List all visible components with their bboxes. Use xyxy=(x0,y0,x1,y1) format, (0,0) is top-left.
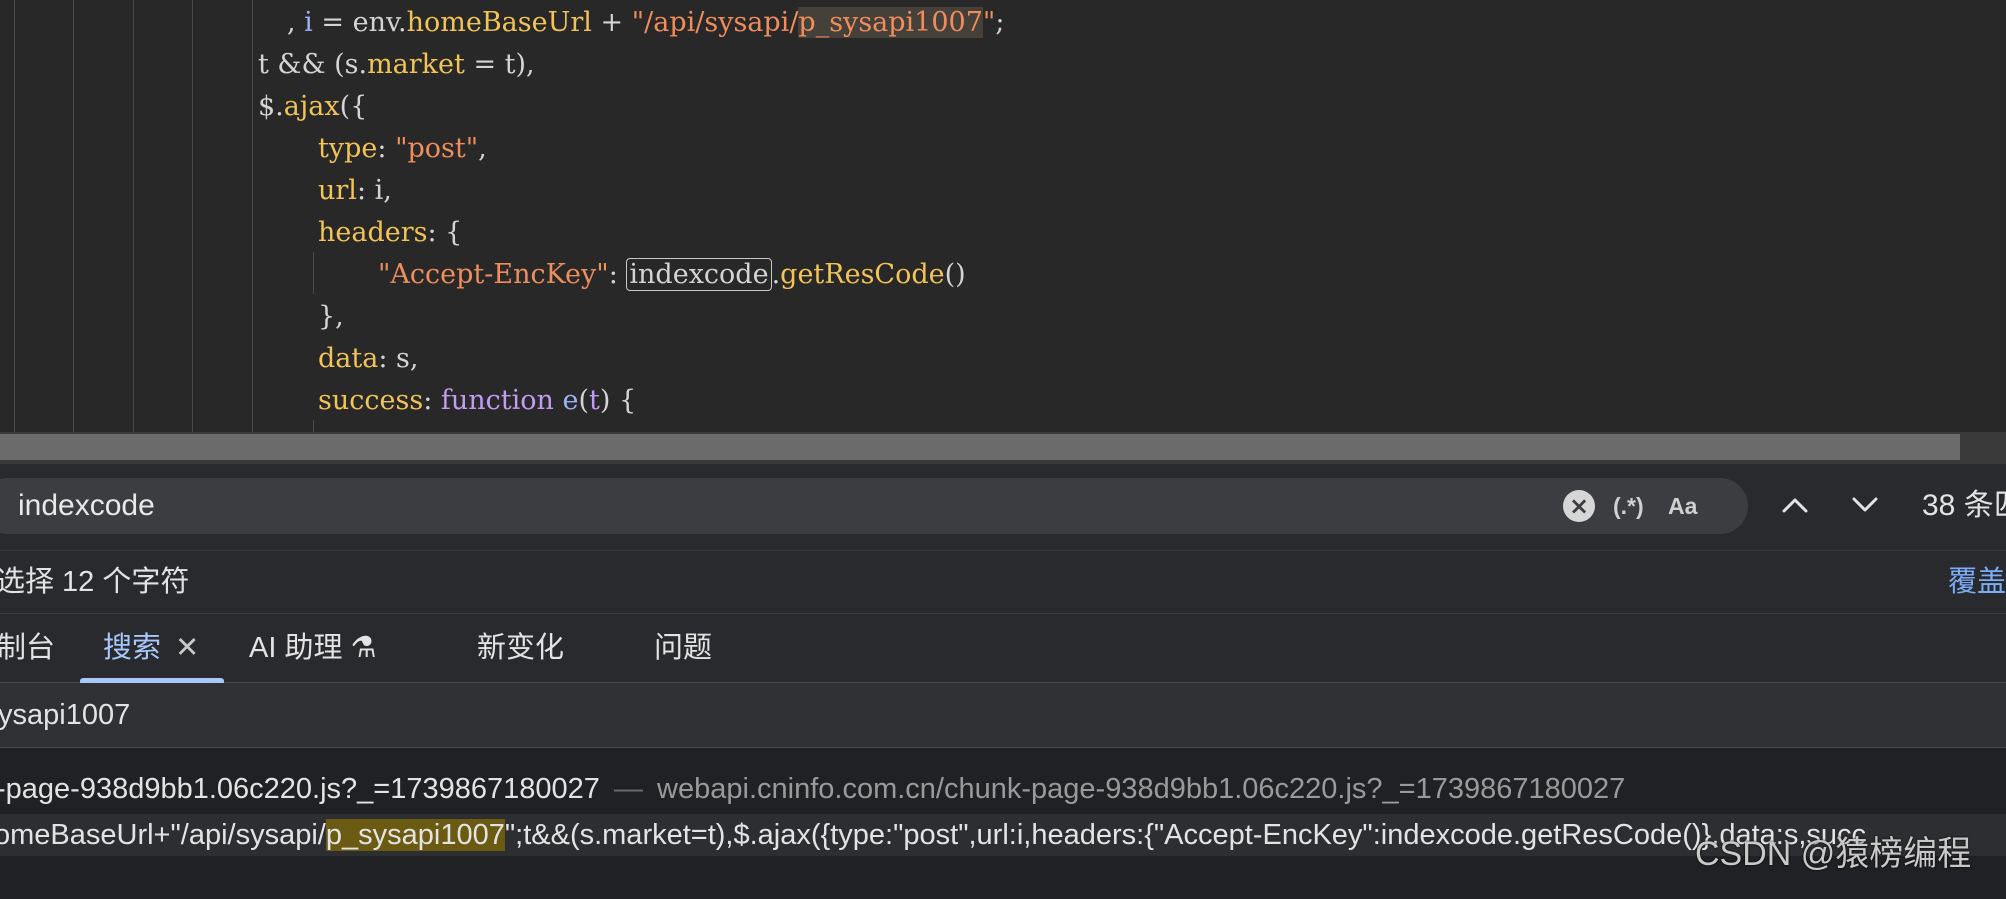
code-token: : xyxy=(377,133,396,164)
code-token: t xyxy=(589,385,600,416)
code-token: : { xyxy=(427,217,463,248)
result-file-name: -page-938d9bb1.06c220.js?_=1739867180027 xyxy=(0,773,600,805)
code-line: type: "post", xyxy=(318,128,487,170)
code-line: url: i, xyxy=(318,170,392,212)
tab-ai-assistant[interactable]: AI 助理 ⚗ xyxy=(249,614,377,682)
indent-guide xyxy=(133,0,134,432)
code-token: : xyxy=(423,385,441,416)
tab-changes[interactable]: 新变化 xyxy=(477,614,564,682)
code-line: headers: { xyxy=(318,212,462,254)
code-line: t && (s.market = t), xyxy=(258,44,535,86)
find-input-container: × (.*) Aa xyxy=(0,478,1748,534)
result-file-header[interactable]: -page-938d9bb1.06c220.js?_=1739867180027… xyxy=(0,768,1625,810)
code-token: = t), xyxy=(464,49,535,80)
code-token: () xyxy=(944,259,966,290)
code-token: }, xyxy=(318,301,344,332)
selection-info: 选择 12 个字符 xyxy=(0,566,190,598)
horizontal-scrollbar[interactable] xyxy=(0,432,2006,464)
result-separator: — xyxy=(613,773,643,805)
code-token: "/api/sysapi/ xyxy=(631,7,799,38)
code-token: : i, xyxy=(356,175,392,206)
code-token: "post" xyxy=(395,133,479,164)
status-bar: 选择 12 个字符 覆盖 xyxy=(0,550,2006,614)
close-icon[interactable]: ✕ xyxy=(175,632,199,664)
indent-guide xyxy=(192,0,193,432)
code-line: success: function e(t) { xyxy=(318,380,636,422)
code-token: headers xyxy=(318,217,428,248)
code-token: = env. xyxy=(312,7,407,38)
result-match-text: omeBaseUrl+"/api/sysapi/p_sysapi1007";t&… xyxy=(0,814,1866,856)
code-line: "Accept-EncKey": indexcode .getResCode() xyxy=(378,254,966,296)
tab-search-label: 搜索 xyxy=(103,632,162,664)
code-line: $.ajax({ xyxy=(258,86,367,128)
code-token: getResCode xyxy=(780,259,945,290)
scrollbar-thumb[interactable] xyxy=(0,434,1960,460)
code-token: : xyxy=(608,259,627,290)
code-token: ajax xyxy=(283,91,340,122)
search-results: -page-938d9bb1.06c220.js?_=1739867180027… xyxy=(0,748,2006,899)
indent-guide xyxy=(313,420,314,432)
overlay-link[interactable]: 覆盖 xyxy=(1948,551,2006,614)
code-line: , i = env.homeBaseUrl + "/api/sysapi/p_s… xyxy=(287,2,1004,44)
match-highlight: p_sysapi1007 xyxy=(325,819,505,851)
code-token: t && (s. xyxy=(258,49,368,80)
chevron-up-icon[interactable] xyxy=(1773,483,1817,527)
tab-issues[interactable]: 问题 xyxy=(654,614,712,682)
match-count: 38 条匹 xyxy=(1922,489,2006,522)
match-case-toggle-icon[interactable]: Aa xyxy=(1668,478,1697,534)
code-token: homeBaseUrl xyxy=(406,7,592,38)
code-token: type xyxy=(318,133,378,164)
code-editor[interactable]: , i = env.homeBaseUrl + "/api/sysapi/p_s… xyxy=(0,0,2006,432)
indent-guide xyxy=(14,0,15,432)
code-token: ; xyxy=(995,7,1005,38)
indent-guide xyxy=(73,0,74,432)
indent-guide xyxy=(252,0,253,432)
indent-guide xyxy=(313,252,314,294)
code-token: . xyxy=(771,259,781,290)
code-token: " xyxy=(982,7,996,38)
drawer-tab-bar: 制台 搜索 ✕ AI 助理 ⚗ 新变化 问题 xyxy=(0,613,2006,683)
code-token: "Accept-EncKey" xyxy=(378,259,609,290)
code-token: url xyxy=(318,175,357,206)
code-token: data xyxy=(318,343,379,374)
selected-token: indexcode xyxy=(626,258,772,291)
code-token: ( xyxy=(578,385,590,416)
code-token: p_sysapi1007 xyxy=(798,7,983,38)
code-token: success xyxy=(318,385,424,416)
code-token: , xyxy=(478,133,487,164)
code-token: + xyxy=(591,7,632,38)
code-token: ({ xyxy=(339,91,368,122)
match-text-before: omeBaseUrl+"/api/sysapi/ xyxy=(0,819,326,851)
tab-search[interactable]: 搜索 ✕ xyxy=(103,614,199,682)
result-file-url: webapi.cninfo.com.cn/chunk-page-938d9bb1… xyxy=(657,773,1626,805)
code-token: function xyxy=(440,385,554,416)
code-line: }, xyxy=(318,296,344,338)
code-token: , xyxy=(287,7,305,38)
code-line: data: s, xyxy=(318,338,418,380)
tab-console[interactable]: 制台 xyxy=(0,614,55,682)
match-text-after: ";t&&(s.market=t),$.ajax({type:"post",ur… xyxy=(504,819,1867,851)
find-input[interactable] xyxy=(18,478,1518,534)
code-token: e xyxy=(562,385,579,416)
code-token: i xyxy=(304,7,313,38)
regex-toggle-icon[interactable]: (.*) xyxy=(1613,478,1644,534)
chevron-down-icon[interactable] xyxy=(1843,483,1887,527)
code-token: $. xyxy=(258,91,284,122)
search-panel-query-row: ysapi1007 xyxy=(0,683,2006,748)
code-token: market xyxy=(367,49,465,80)
find-bar: × (.*) Aa 38 条匹 xyxy=(0,464,2006,550)
watermark: CSDN @猿榜编程 xyxy=(1695,835,1972,873)
code-token: ) { xyxy=(599,385,637,416)
code-token: : s, xyxy=(378,343,419,374)
close-circle-icon[interactable]: × xyxy=(1563,490,1595,522)
search-query-input[interactable]: ysapi1007 xyxy=(0,683,130,747)
